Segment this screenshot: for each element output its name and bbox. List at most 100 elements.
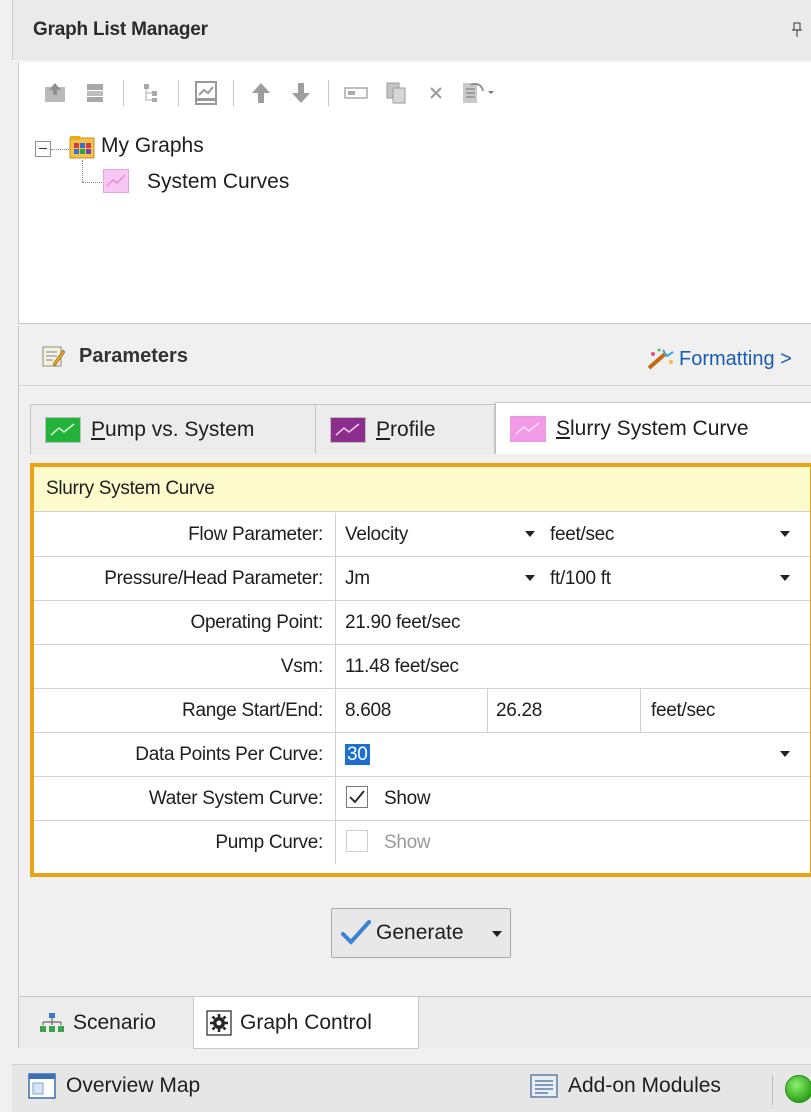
pressure-unit-select[interactable]: ft/100 ft xyxy=(542,557,810,600)
water-system-curve-checkbox[interactable] xyxy=(346,786,368,808)
tab-scenario[interactable]: Scenario xyxy=(39,997,199,1049)
flow-parameter-label: Flow Parameter: xyxy=(34,513,336,556)
operating-point-value: 21.90 feet/sec xyxy=(345,612,461,633)
grid-caption: Slurry System Curve xyxy=(34,467,810,512)
operating-point-label: Operating Point: xyxy=(34,601,336,644)
parameters-panel: Parameters Formatting > Pump vs. System … xyxy=(18,326,811,996)
toolbar-separator xyxy=(178,80,179,106)
options-icon[interactable] xyxy=(459,76,505,110)
tab-profile[interactable]: Profile xyxy=(315,404,495,454)
tree-item-my-graphs[interactable]: My Graphs xyxy=(101,134,204,158)
generate-dropdown-arrow-icon[interactable] xyxy=(492,931,502,937)
rename-icon[interactable] xyxy=(339,76,373,110)
dropdown-arrow-icon xyxy=(525,531,535,537)
generate-button[interactable]: Generate xyxy=(331,908,511,958)
water-system-curve-label: Water System Curve: xyxy=(34,777,336,820)
move-up-icon[interactable] xyxy=(244,76,278,110)
move-down-icon[interactable] xyxy=(284,76,318,110)
copy-icon[interactable] xyxy=(379,76,413,110)
slurry-parameter-grid: Slurry System Curve Flow Parameter: Velo… xyxy=(30,463,811,877)
status-indicator-icon xyxy=(785,1075,811,1103)
toolbar-separator xyxy=(233,80,234,106)
row-pump-curve: Pump Curve: Show xyxy=(34,821,810,865)
status-bar: Overview Map Add-on Modules xyxy=(12,1064,811,1112)
addon-modules-button[interactable]: Add-on Modules xyxy=(530,1073,721,1099)
overview-map-icon xyxy=(28,1073,56,1099)
flow-parameter-select[interactable]: Velocity xyxy=(337,513,537,556)
formatting-label: Formatting > xyxy=(679,347,792,370)
dropdown-arrow-icon xyxy=(780,575,790,581)
graph-folder-icon xyxy=(69,136,95,159)
tab-label: Slurry System Curve xyxy=(556,416,749,440)
formatting-link[interactable]: Formatting > xyxy=(647,346,811,372)
slurry-graph-icon xyxy=(103,169,129,193)
tree-icon[interactable] xyxy=(134,76,168,110)
graph-list-manager-header: Graph List Manager xyxy=(12,0,811,60)
range-unit[interactable]: feet/sec xyxy=(641,689,810,732)
row-range-start-end: Range Start/End: 8.608 26.28 feet/sec xyxy=(34,689,810,733)
parameters-title: Parameters xyxy=(79,345,188,367)
vsm-label: Vsm: xyxy=(34,645,336,688)
pressure-unit-value: ft/100 ft xyxy=(550,568,611,589)
bottom-tab-strip: Scenario Graph Control xyxy=(18,996,811,1049)
dropdown-arrow-icon xyxy=(525,575,535,581)
addon-modules-icon xyxy=(530,1074,558,1098)
pin-icon[interactable] xyxy=(791,22,803,38)
generate-label: Generate xyxy=(376,921,464,944)
tree-connector xyxy=(82,182,102,183)
tree-connector xyxy=(51,149,69,150)
addon-modules-label: Add-on Modules xyxy=(568,1074,721,1097)
flow-unit-select[interactable]: feet/sec xyxy=(542,513,810,556)
status-separator xyxy=(772,1075,773,1105)
flow-unit-value: feet/sec xyxy=(550,524,615,545)
gear-icon xyxy=(206,1009,232,1036)
graph-tree: My Graphs System Curves xyxy=(18,124,811,324)
collapse-toggle-icon[interactable] xyxy=(35,141,51,157)
data-points-value: 30 xyxy=(345,744,370,765)
checkmark-icon xyxy=(341,920,371,945)
parameters-icon xyxy=(42,346,65,367)
formatting-icon xyxy=(647,348,674,370)
graph-list-toolbar xyxy=(18,62,811,124)
row-data-points: Data Points Per Curve: 30 xyxy=(34,733,810,777)
graph-list-manager-title: Graph List Manager xyxy=(33,19,208,40)
tab-pump-vs-system[interactable]: Pump vs. System xyxy=(30,404,316,454)
checkmark-icon xyxy=(349,790,365,804)
tab-label: Pump vs. System xyxy=(91,417,255,441)
pressure-head-label: Pressure/Head Parameter: xyxy=(34,557,336,600)
range-label: Range Start/End: xyxy=(34,689,336,732)
pump-curve-checkbox[interactable] xyxy=(346,830,368,852)
save-graph-icon[interactable] xyxy=(189,76,223,110)
slurry-graph-icon xyxy=(510,415,546,442)
range-end-input[interactable]: 26.28 xyxy=(488,689,640,732)
pressure-head-select[interactable]: Jm xyxy=(337,557,537,600)
row-operating-point: Operating Point: 21.90 feet/sec xyxy=(34,601,810,645)
pump-system-graph-icon xyxy=(45,416,81,443)
vsm-value: 11.48 feet/sec xyxy=(345,656,459,677)
toolbar-separator xyxy=(328,80,329,106)
tab-slurry-system-curve[interactable]: Slurry System Curve xyxy=(495,402,811,454)
add-graph-icon[interactable] xyxy=(39,76,73,110)
flow-parameter-value: Velocity xyxy=(345,524,409,545)
scenario-tree-icon xyxy=(40,1013,64,1032)
tree-item-system-curves[interactable]: System Curves xyxy=(147,170,289,194)
range-start-input[interactable]: 8.608 xyxy=(337,689,487,732)
overview-map-button[interactable]: Overview Map xyxy=(28,1073,200,1099)
water-system-curve-show: Show xyxy=(384,788,431,809)
add-folder-icon[interactable] xyxy=(79,76,113,110)
pump-curve-show: Show xyxy=(384,832,431,853)
dropdown-arrow-icon xyxy=(780,751,790,757)
parameters-header: Parameters Formatting > xyxy=(19,326,811,386)
pressure-head-value: Jm xyxy=(345,568,370,589)
row-pressure-head-parameter: Pressure/Head Parameter: Jm ft/100 ft xyxy=(34,557,810,601)
data-points-label: Data Points Per Curve: xyxy=(34,733,336,776)
tab-label: Profile xyxy=(376,417,436,441)
data-points-select[interactable]: 30 xyxy=(337,733,810,776)
row-vsm: Vsm: 11.48 feet/sec xyxy=(34,645,810,689)
row-flow-parameter: Flow Parameter: Velocity feet/sec xyxy=(34,513,810,557)
graph-control-label: Graph Control xyxy=(240,1010,372,1034)
delete-icon[interactable] xyxy=(419,76,453,110)
tree-connector xyxy=(82,160,83,182)
tab-graph-control[interactable]: Graph Control xyxy=(193,997,419,1049)
scenario-label: Scenario xyxy=(73,1011,156,1034)
